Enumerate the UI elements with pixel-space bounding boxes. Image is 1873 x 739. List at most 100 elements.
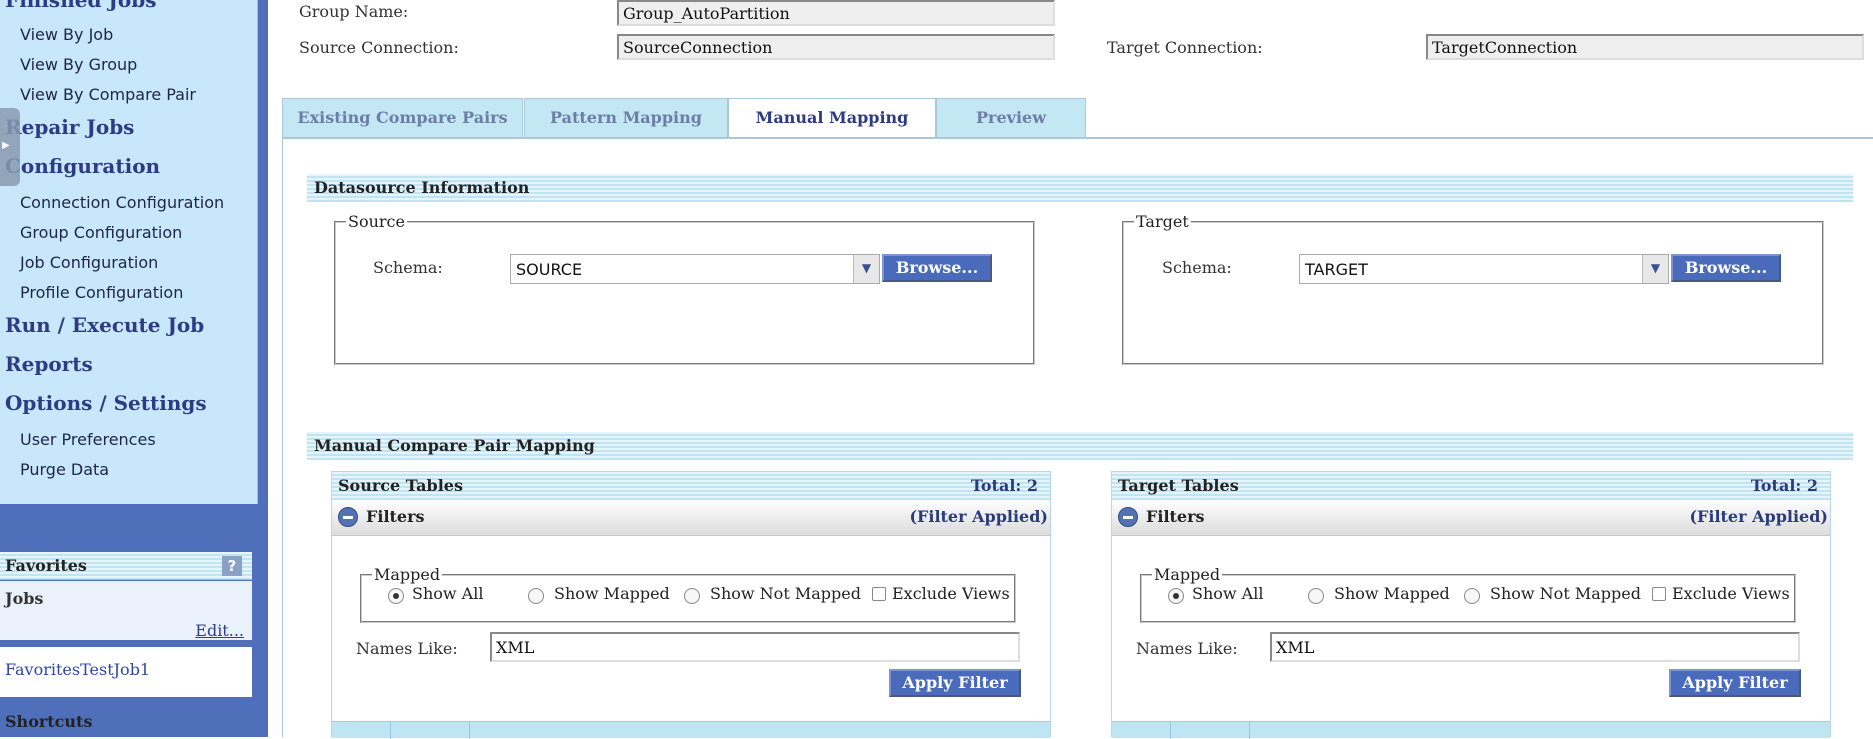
collapse-minus-icon[interactable]	[1118, 507, 1138, 527]
target-tables-grid-header	[1112, 721, 1830, 739]
nav-link-profile-configuration[interactable]: Profile Configuration	[20, 283, 183, 302]
target-exclude-views-label: Exclude Views	[1672, 584, 1790, 603]
datasource-section-header: Datasource Information	[307, 174, 1853, 202]
source-connection-label: Source Connection:	[299, 38, 459, 57]
tab-preview[interactable]: Preview	[936, 98, 1086, 138]
target-names-like-label: Names Like:	[1136, 639, 1238, 658]
target-tables-title: Target Tables	[1118, 476, 1239, 495]
manual-mapping-section-header: Manual Compare Pair Mapping	[307, 432, 1853, 460]
source-radio-show-mapped-label: Show Mapped	[554, 584, 670, 603]
group-name-label: Group Name:	[299, 2, 409, 21]
manual-mapping-section-title: Manual Compare Pair Mapping	[314, 436, 595, 455]
source-exclude-views-label: Exclude Views	[892, 584, 1010, 603]
target-schema-select[interactable]: TARGET ▼	[1299, 254, 1669, 284]
source-schema-label: Schema:	[373, 258, 443, 277]
source-browse-button[interactable]: Browse...	[882, 254, 992, 282]
target-filters-bar[interactable]: Filters (Filter Applied)	[1112, 500, 1830, 536]
source-legend: Source	[348, 212, 405, 231]
shortcuts-label: Shortcuts	[5, 712, 93, 731]
target-exclude-views-checkbox[interactable]	[1652, 587, 1666, 601]
target-connection-label: Target Connection:	[1107, 38, 1263, 57]
tab-pattern-mapping[interactable]: Pattern Mapping	[524, 98, 728, 138]
source-schema-value: SOURCE	[516, 260, 583, 279]
favorites-jobs-label: Jobs	[5, 589, 44, 608]
target-apply-filter-button[interactable]: Apply Filter	[1669, 669, 1801, 697]
target-filters-label: Filters	[1146, 507, 1205, 526]
target-tables-total: Total: 2	[1750, 476, 1818, 495]
grid-column-divider	[1249, 722, 1250, 739]
target-connection-field[interactable]: TargetConnection	[1426, 34, 1864, 60]
nav-link-view-by-compare-pair[interactable]: View By Compare Pair	[20, 85, 196, 104]
source-radio-show-mapped[interactable]	[528, 588, 544, 604]
target-radio-show-not-mapped-label: Show Not Mapped	[1490, 584, 1641, 603]
favorites-edit-link[interactable]: Edit...	[195, 621, 244, 640]
nav-link-user-preferences[interactable]: User Preferences	[20, 430, 156, 449]
source-schema-select[interactable]: SOURCE ▼	[510, 254, 880, 284]
nav-link-job-configuration[interactable]: Job Configuration	[20, 253, 158, 272]
source-filters-label: Filters	[366, 507, 425, 526]
target-tables-header: Target Tables Total: 2	[1112, 472, 1830, 500]
target-radio-show-mapped[interactable]	[1308, 588, 1324, 604]
help-icon[interactable]: ?	[222, 556, 242, 576]
source-radio-show-all[interactable]	[388, 588, 404, 604]
target-legend: Target	[1136, 212, 1189, 231]
target-radio-show-all-label: Show All	[1192, 584, 1264, 603]
source-tables-panel: Source Tables Total: 2 Filters (Filter A…	[331, 471, 1051, 739]
source-apply-filter-button[interactable]: Apply Filter	[889, 669, 1021, 697]
source-connection-field[interactable]: SourceConnection	[617, 34, 1055, 60]
target-browse-button[interactable]: Browse...	[1671, 254, 1781, 282]
sidebar-collapse-handle[interactable]: ▶	[0, 108, 20, 186]
favorite-job-link[interactable]: FavoritesTestJob1	[5, 660, 150, 679]
group-name-field[interactable]: Group_AutoPartition	[617, 0, 1055, 26]
favorites-job-list: FavoritesTestJob1	[0, 647, 252, 700]
target-radio-show-all[interactable]	[1168, 588, 1184, 604]
chevron-down-icon: ▼	[1642, 255, 1668, 283]
favorites-header: Favorites ?	[0, 552, 252, 580]
favorites-panel: Favorites ? Jobs Edit... FavoritesTestJo…	[0, 552, 252, 737]
sidebar: Finished Jobs View By Job View By Group …	[0, 0, 268, 737]
nav-heading-options-settings[interactable]: Options / Settings	[5, 391, 207, 415]
source-radio-show-not-mapped-label: Show Not Mapped	[710, 584, 861, 603]
nav-heading-configuration[interactable]: Configuration	[5, 154, 160, 178]
source-tables-title: Source Tables	[338, 476, 463, 495]
source-filters-bar[interactable]: Filters (Filter Applied)	[332, 500, 1050, 536]
nav-heading-finished-jobs[interactable]: Finished Jobs	[5, 0, 156, 12]
grid-column-divider	[390, 722, 391, 739]
target-names-like-input[interactable]: XML	[1270, 632, 1800, 662]
source-names-like-label: Names Like:	[356, 639, 458, 658]
tab-manual-mapping[interactable]: Manual Mapping	[728, 98, 936, 139]
nav-panel: Finished Jobs View By Job View By Group …	[0, 0, 258, 504]
target-radio-show-not-mapped[interactable]	[1464, 588, 1480, 604]
target-schema-label: Schema:	[1162, 258, 1232, 277]
chevron-down-icon: ▼	[853, 255, 879, 283]
target-mapped-legend: Mapped	[1154, 565, 1221, 584]
source-radio-show-all-label: Show All	[412, 584, 484, 603]
source-tables-header: Source Tables Total: 2	[332, 472, 1050, 500]
grid-column-divider	[1170, 722, 1171, 739]
source-exclude-views-checkbox[interactable]	[872, 587, 886, 601]
favorites-title: Favorites	[5, 556, 87, 575]
target-filter-applied-label: (Filter Applied)	[1689, 507, 1828, 526]
nav-heading-reports[interactable]: Reports	[5, 352, 93, 376]
target-tables-panel: Target Tables Total: 2 Filters (Filter A…	[1111, 471, 1831, 739]
nav-link-connection-configuration[interactable]: Connection Configuration	[20, 193, 224, 212]
source-names-like-input[interactable]: XML	[490, 632, 1020, 662]
collapse-minus-icon[interactable]	[338, 507, 358, 527]
source-fieldset: Source	[334, 212, 1035, 365]
target-radio-show-mapped-label: Show Mapped	[1334, 584, 1450, 603]
source-mapped-legend: Mapped	[374, 565, 441, 584]
source-radio-show-not-mapped[interactable]	[684, 588, 700, 604]
nav-link-group-configuration[interactable]: Group Configuration	[20, 223, 182, 242]
favorites-jobs-box: Jobs Edit...	[0, 581, 252, 643]
nav-heading-repair-jobs[interactable]: Repair Jobs	[5, 115, 134, 139]
datasource-section-title: Datasource Information	[314, 178, 530, 197]
source-filter-applied-label: (Filter Applied)	[909, 507, 1048, 526]
target-schema-value: TARGET	[1305, 260, 1368, 279]
tab-existing-compare-pairs[interactable]: Existing Compare Pairs	[282, 98, 523, 138]
nav-link-purge-data[interactable]: Purge Data	[20, 460, 109, 479]
nav-link-view-by-job[interactable]: View By Job	[20, 25, 113, 44]
expand-arrow-icon: ▶	[2, 140, 10, 151]
nav-link-view-by-group[interactable]: View By Group	[20, 55, 137, 74]
source-tables-total: Total: 2	[970, 476, 1038, 495]
nav-heading-run-execute-job[interactable]: Run / Execute Job	[5, 313, 204, 337]
